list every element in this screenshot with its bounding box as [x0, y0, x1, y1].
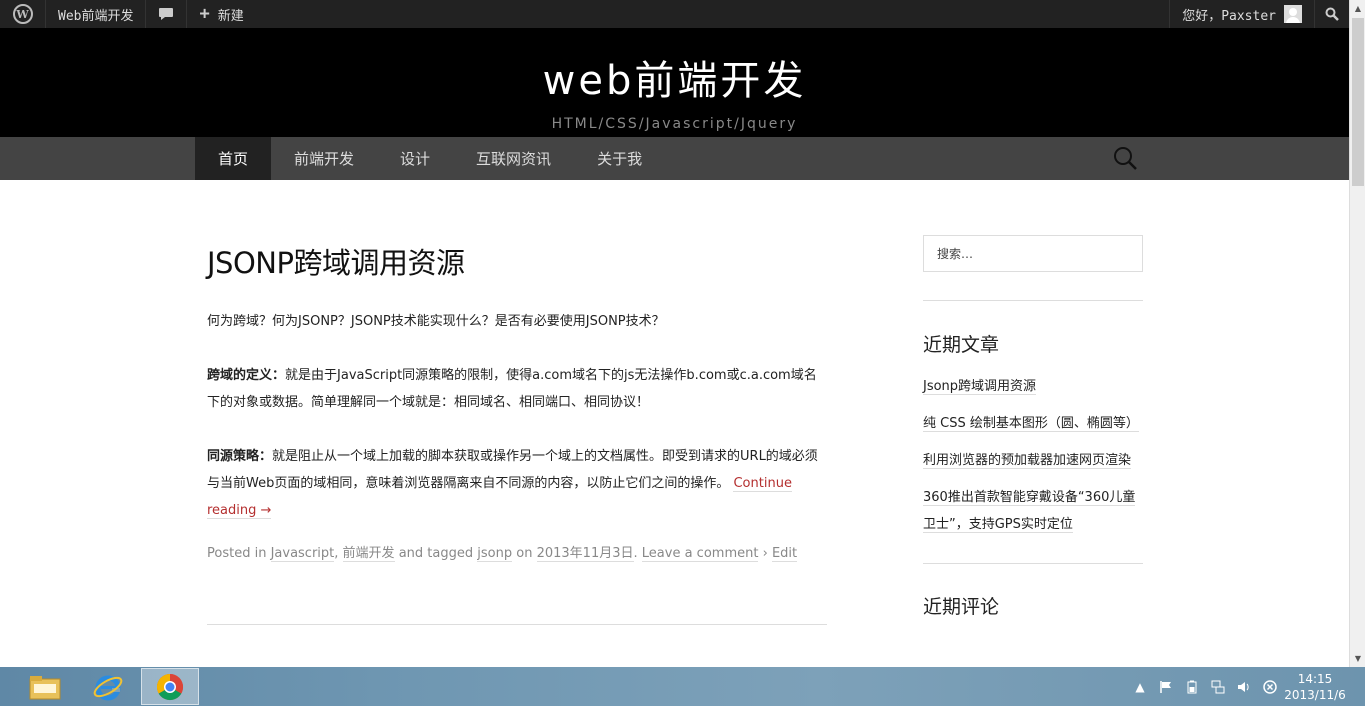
recent-post-item[interactable]: 360推出首款智能穿戴设备“360儿童卫士”，支持GPS实时定位 — [923, 484, 1143, 538]
meta-text: , — [334, 546, 339, 561]
site-title[interactable]: web前端开发 — [0, 28, 1349, 106]
nav-item-label: 关于我 — [597, 150, 643, 168]
volume-icon[interactable] — [1236, 679, 1252, 695]
action-center-flag-icon[interactable] — [1158, 679, 1174, 695]
show-hidden-icons-icon[interactable]: ▲ — [1132, 679, 1148, 695]
meta-text: on — [516, 546, 533, 561]
taskbar: ▲ 14:15 2013/11/6 — [0, 667, 1365, 706]
sidebar-divider — [923, 563, 1143, 564]
nav-item-label: 前端开发 — [294, 150, 355, 168]
new-label: 新建 — [217, 8, 244, 24]
meta-text: . — [633, 546, 638, 561]
recent-posts-title: 近期文章 — [923, 334, 1000, 356]
my-account-button[interactable]: 您好，Paxster — [1169, 0, 1314, 28]
category-link-javascript[interactable]: Javascript — [270, 546, 335, 562]
main-content: JSONP跨域调用资源 何为跨域？何为JSONP？JSONP技术能实现什么？是否… — [207, 230, 827, 625]
sidebar-divider — [923, 300, 1143, 301]
wordpress-icon: W — [12, 4, 33, 24]
sidebar: 近期文章 Jsonp跨域调用资源 纯 CSS 绘制基本图形（圆、椭圆等） 利用浏… — [923, 235, 1143, 619]
close-circle-icon[interactable] — [1262, 679, 1278, 695]
recent-post-link[interactable]: 利用浏览器的预加载器加速网页渲染 — [923, 453, 1132, 469]
post-title[interactable]: JSONP跨域调用资源 — [207, 240, 827, 282]
post-intro: 何为跨域？何为JSONP？JSONP技术能实现什么？是否有必要使用JSONP技术… — [207, 314, 665, 329]
recent-post-item[interactable]: Jsonp跨域调用资源 — [923, 373, 1143, 400]
policy-label: 同源策略： — [207, 449, 273, 464]
site-header: web前端开发 HTML/CSS/Javascript/Jquery — [0, 28, 1349, 137]
scroll-down-arrow-icon[interactable]: ▼ — [1350, 650, 1365, 667]
definition-label: 跨域的定义： — [207, 368, 286, 383]
search-icon — [1325, 7, 1339, 21]
nav-item-label: 设计 — [400, 150, 431, 168]
definition-text: 就是由于JavaScript同源策略的限制，使得a.com域名下的js无法操作b… — [207, 368, 817, 410]
recent-comments-title: 近期评论 — [923, 596, 1000, 618]
internet-explorer-icon — [93, 675, 123, 700]
recent-post-link[interactable]: 纯 CSS 绘制基本图形（圆、椭圆等） — [923, 416, 1139, 432]
greeting-label: 您好，Paxster — [1182, 8, 1276, 24]
wordpress-logo-button[interactable]: W — [0, 0, 46, 28]
nav-item-label: 首页 — [218, 150, 249, 168]
recent-post-item[interactable]: 纯 CSS 绘制基本图形（圆、椭圆等） — [923, 410, 1143, 437]
avatar — [1284, 5, 1302, 23]
clock-date: 2013/11/6 — [1284, 688, 1346, 702]
site-name-label: Web前端开发 — [58, 8, 134, 24]
nav-item-frontend[interactable]: 前端开发 — [271, 137, 377, 180]
internet-explorer-button[interactable] — [79, 668, 137, 705]
site-name-button[interactable]: Web前端开发 — [46, 0, 147, 28]
search-icon[interactable] — [1112, 145, 1138, 171]
admin-bar: W Web前端开发 + 新建 您好，Paxster — [0, 0, 1349, 28]
comments-button[interactable] — [146, 0, 188, 28]
meta-separator: › — [762, 546, 768, 561]
plus-icon: + — [199, 4, 210, 24]
nav-item-label: 互联网资讯 — [476, 150, 552, 168]
meta-text: Posted in — [207, 546, 267, 561]
leave-comment-link[interactable]: Leave a comment — [641, 546, 759, 562]
system-tray: ▲ — [1132, 667, 1278, 706]
system-clock[interactable]: 14:15 2013/11/6 — [1280, 671, 1350, 703]
meta-text: and tagged — [398, 546, 474, 561]
file-explorer-button[interactable] — [16, 668, 74, 705]
main-navigation: 首页 前端开发 设计 互联网资讯 关于我 — [0, 137, 1349, 180]
clock-time: 14:15 — [1297, 672, 1333, 686]
post-divider — [207, 624, 827, 625]
battery-icon[interactable] — [1184, 679, 1200, 695]
policy-text: 就是阻止从一个域上加载的脚本获取或操作另一个域上的文档属性。即受到请求的URL的… — [207, 449, 818, 491]
edit-link[interactable]: Edit — [771, 546, 798, 562]
tag-link-jsonp[interactable]: jsonp — [477, 546, 513, 562]
adminbar-search-button[interactable] — [1314, 0, 1349, 28]
category-link-frontend[interactable]: 前端开发 — [342, 546, 395, 562]
scrollbar-thumb[interactable] — [1352, 18, 1364, 186]
network-icon[interactable] — [1210, 679, 1226, 695]
recent-posts-list: Jsonp跨域调用资源 纯 CSS 绘制基本图形（圆、椭圆等） 利用浏览器的预加… — [923, 373, 1143, 538]
chrome-button[interactable] — [141, 668, 199, 705]
folder-icon — [29, 675, 61, 699]
site-description: HTML/CSS/Javascript/Jquery — [551, 116, 798, 132]
nav-item-about[interactable]: 关于我 — [574, 137, 665, 180]
scroll-up-arrow-icon[interactable]: ▲ — [1350, 0, 1365, 17]
post-date-link[interactable]: 2013年11月3日 — [536, 546, 634, 562]
comment-icon — [159, 8, 174, 20]
post-paragraph-policy: 同源策略：就是阻止从一个域上加载的脚本获取或操作另一个域上的文档属性。即受到请求… — [207, 443, 827, 524]
post-paragraph-definition: 跨域的定义：就是由于JavaScript同源策略的限制，使得a.com域名下的j… — [207, 362, 827, 416]
new-content-button[interactable]: + 新建 — [187, 0, 255, 28]
sidebar-search-input[interactable] — [923, 235, 1143, 272]
post-entry: 何为跨域？何为JSONP？JSONP技术能实现什么？是否有必要使用JSONP技术… — [207, 308, 827, 524]
recent-post-item[interactable]: 利用浏览器的预加载器加速网页渲染 — [923, 447, 1143, 474]
nav-item-home[interactable]: 首页 — [195, 137, 272, 180]
recent-post-link[interactable]: 360推出首款智能穿戴设备“360儿童卫士”，支持GPS实时定位 — [923, 490, 1136, 533]
nav-item-design[interactable]: 设计 — [377, 137, 453, 180]
nav-item-news[interactable]: 互联网资讯 — [453, 137, 574, 180]
entry-meta: Posted in Javascript, 前端开发 and tagged js… — [207, 544, 827, 564]
page-scrollbar[interactable]: ▲ ▼ — [1349, 0, 1365, 667]
chrome-icon — [156, 673, 184, 700]
recent-post-link[interactable]: Jsonp跨域调用资源 — [923, 379, 1037, 395]
